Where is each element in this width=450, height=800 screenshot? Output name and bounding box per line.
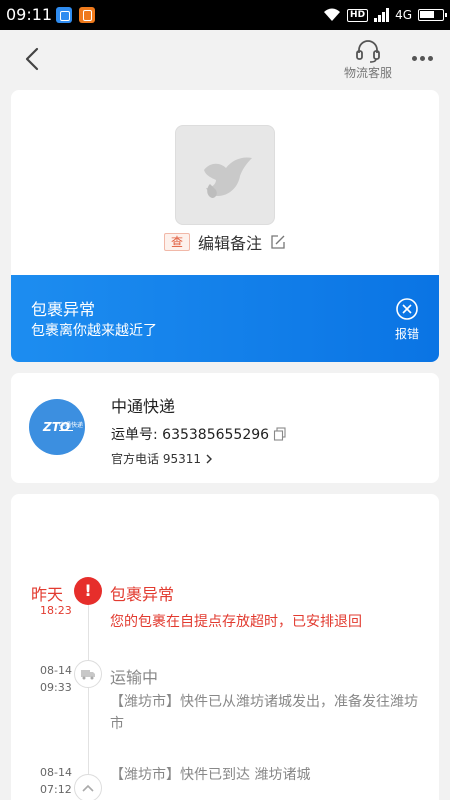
svg-text:中通快递: 中通快递 xyxy=(59,421,83,429)
edit-icon xyxy=(271,235,285,249)
event-time: 09:33 xyxy=(40,681,72,694)
event-description: 【潍坊市】快件已到达 潍坊诸城 xyxy=(110,767,311,783)
edit-note-row[interactable]: 查 编辑备注 xyxy=(11,230,439,254)
network-type: 4G xyxy=(395,8,412,22)
courier-name: 中通快递 xyxy=(111,397,176,416)
event-time: 07:12 xyxy=(40,783,72,796)
timeline-line xyxy=(88,590,89,800)
more-dot-icon xyxy=(411,55,417,61)
alert-title: 包裹异常 xyxy=(31,300,96,319)
alert-banner: 包裹异常 包裹离你越来越近了 报错 xyxy=(11,275,439,362)
event-day: 昨天 xyxy=(31,585,64,604)
back-button[interactable] xyxy=(18,44,48,74)
chevron-left-icon xyxy=(25,47,39,71)
close-circle-icon xyxy=(396,298,418,320)
more-dot-icon xyxy=(427,55,433,61)
wifi-icon xyxy=(324,8,341,21)
event-date: 08-14 xyxy=(40,766,72,779)
screenshot-app-icon xyxy=(56,7,72,23)
chevron-right-icon xyxy=(206,454,212,463)
signal-icon xyxy=(374,8,390,22)
event-date: 08-14 xyxy=(40,664,72,677)
status-time: 09:11 xyxy=(6,5,53,24)
report-error-button[interactable]: 报错 xyxy=(389,295,425,345)
top-bar: 物流客服 xyxy=(0,30,450,88)
event-description: 您的包裹在自提点存放超时，已安排退回 xyxy=(110,614,362,630)
package-card: 查 编辑备注 包裹异常 包裹离你越来越近了 报错 xyxy=(11,90,439,362)
more-dot-icon xyxy=(419,55,425,61)
copy-icon[interactable] xyxy=(273,427,287,441)
tracking-timeline: 昨天 18:23 ! 包裹异常 您的包裹在自提点存放超时，已安排退回 08-14… xyxy=(11,494,439,800)
report-label: 报错 xyxy=(394,327,419,341)
package-thumbnail[interactable] xyxy=(175,125,275,225)
logistics-service-button[interactable]: 物流客服 xyxy=(336,36,400,84)
event-description: 【潍坊市】快件已从潍坊诸城发出，准备发往潍坊市 xyxy=(110,694,418,732)
more-options-button[interactable] xyxy=(406,44,438,72)
chevron-up-icon[interactable] xyxy=(74,774,102,800)
alert-subtitle: 包裹离你越来越近了 xyxy=(31,323,157,339)
edit-note-label: 编辑备注 xyxy=(198,234,263,253)
query-badge: 查 xyxy=(163,233,190,251)
zto-logo: ZTO 中通快递 xyxy=(29,399,85,455)
courier-card: ZTO 中通快递 中通快递 运单号: 635385655296 官方电话 953… xyxy=(11,373,439,483)
event-title: 运输中 xyxy=(110,668,159,687)
notification-app-icon xyxy=(79,7,95,23)
headset-icon xyxy=(356,40,380,63)
truck-status-icon xyxy=(74,660,102,688)
courier-phone-link[interactable]: 官方电话 95311 xyxy=(111,450,215,467)
event-title: 包裹异常 xyxy=(110,585,175,604)
service-label: 物流客服 xyxy=(343,66,392,80)
hd-icon: HD xyxy=(347,8,369,22)
battery-icon xyxy=(418,9,447,21)
waybill-number: 运单号: 635385655296 xyxy=(111,424,287,444)
event-time: 18:23 xyxy=(40,604,72,617)
bird-placeholder-icon xyxy=(204,157,252,198)
status-bar: 09:11 HD 4G xyxy=(0,0,450,30)
alert-icon: ! xyxy=(74,577,102,605)
